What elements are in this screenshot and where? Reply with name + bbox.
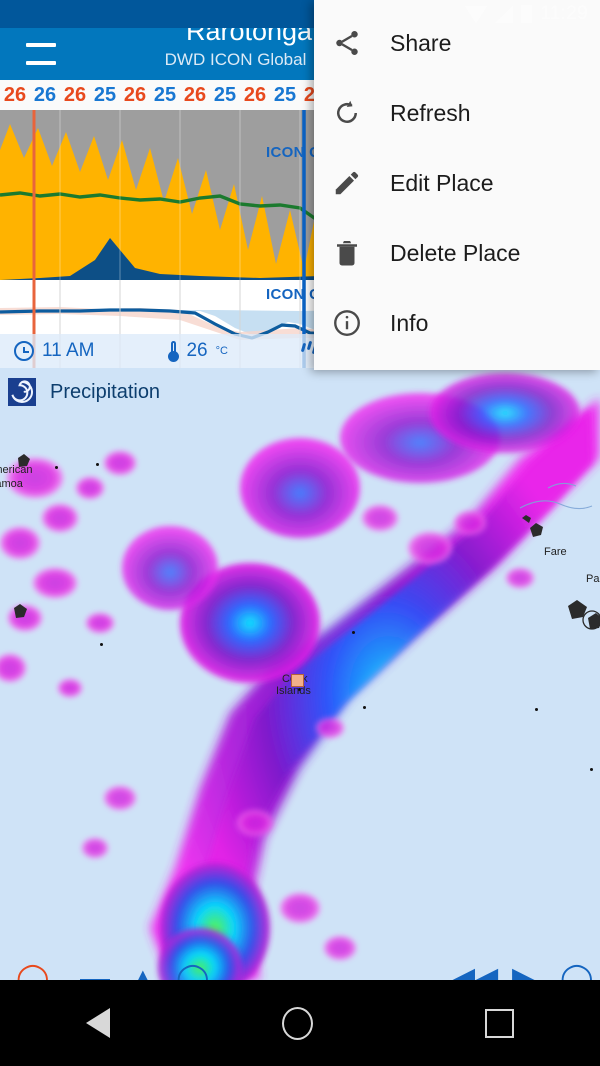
forecast-time-item: 11 AM <box>14 340 94 362</box>
info-icon <box>332 308 376 338</box>
temp-value: 25 <box>93 83 117 106</box>
menu-item-edit-place[interactable]: Edit Place <box>314 148 600 218</box>
signal-icon <box>495 5 514 23</box>
map-layer-chip[interactable]: Precipitation <box>8 378 160 406</box>
trash-icon <box>332 238 376 268</box>
map-dot <box>363 706 366 709</box>
menu-item-label: Info <box>390 309 429 336</box>
map-dot <box>96 463 99 466</box>
menu-item-label: Share <box>390 29 452 56</box>
wifi-icon <box>465 5 488 23</box>
rarotonga-place-marker[interactable] <box>291 674 304 687</box>
map-label: American <box>0 464 33 476</box>
status-clock: 11:29 <box>540 3 588 24</box>
model-tag-upper: ICON G <box>266 144 322 161</box>
temperature-item: 26 °C <box>168 340 228 362</box>
temp-value: 26 <box>3 83 27 106</box>
status-bar-icons: 11:29 <box>465 0 588 28</box>
back-triangle-icon[interactable] <box>86 1008 110 1038</box>
pencil-icon <box>332 168 376 198</box>
temp-value: 25 <box>213 83 237 106</box>
menu-item-label: Edit Place <box>390 169 494 196</box>
map-dot <box>55 466 58 469</box>
temp-value: 26 <box>183 83 207 106</box>
temp-value: 26 <box>123 83 147 106</box>
temp-value: 25 <box>273 83 297 106</box>
temp-value: 26 <box>243 83 267 106</box>
menu-item-refresh[interactable]: Refresh <box>314 78 600 148</box>
android-nav-bar[interactable] <box>0 980 600 1066</box>
menu-item-label: Refresh <box>390 99 471 126</box>
home-circle-icon[interactable] <box>282 1006 313 1040</box>
forecast-time-value: 11 AM <box>42 340 95 361</box>
refresh-icon <box>332 98 376 128</box>
map-label: Fare <box>544 546 567 558</box>
map-dot <box>352 631 355 634</box>
map-label: Samoa <box>0 478 23 490</box>
map-layer-label: Precipitation <box>50 380 161 403</box>
overflow-menu[interactable]: Share Refresh Edit Place Delete Place In… <box>314 0 600 370</box>
share-icon <box>332 28 376 58</box>
menu-item-delete-place[interactable]: Delete Place <box>314 218 600 288</box>
model-tag-lower: ICON G <box>266 286 322 303</box>
map-label: Papeete <box>586 573 600 585</box>
menu-item-info[interactable]: Info <box>314 288 600 358</box>
map-dot <box>535 708 538 711</box>
temp-value: 25 <box>153 83 177 106</box>
clock-icon <box>14 341 34 361</box>
map-dot <box>100 643 103 646</box>
temperature-value: 26 <box>186 340 208 361</box>
cyclone-icon <box>8 378 36 406</box>
hamburger-icon[interactable] <box>26 43 56 65</box>
precipitation-map[interactable]: American Samoa Cook Islands Fare Papeete… <box>0 368 600 980</box>
temperature-unit: °C <box>215 345 228 357</box>
menu-item-label: Delete Place <box>390 239 521 266</box>
thermometer-icon <box>168 340 180 362</box>
temp-value: 26 <box>63 83 87 106</box>
map-dot <box>590 768 593 771</box>
app-screen: American Samoa Cook Islands Fare Papeete… <box>0 0 600 1066</box>
battery-icon <box>521 5 533 23</box>
model-name-label: DWD ICON Global <box>164 50 307 69</box>
temp-value: 26 <box>33 83 57 106</box>
recents-square-icon[interactable] <box>485 1008 514 1038</box>
